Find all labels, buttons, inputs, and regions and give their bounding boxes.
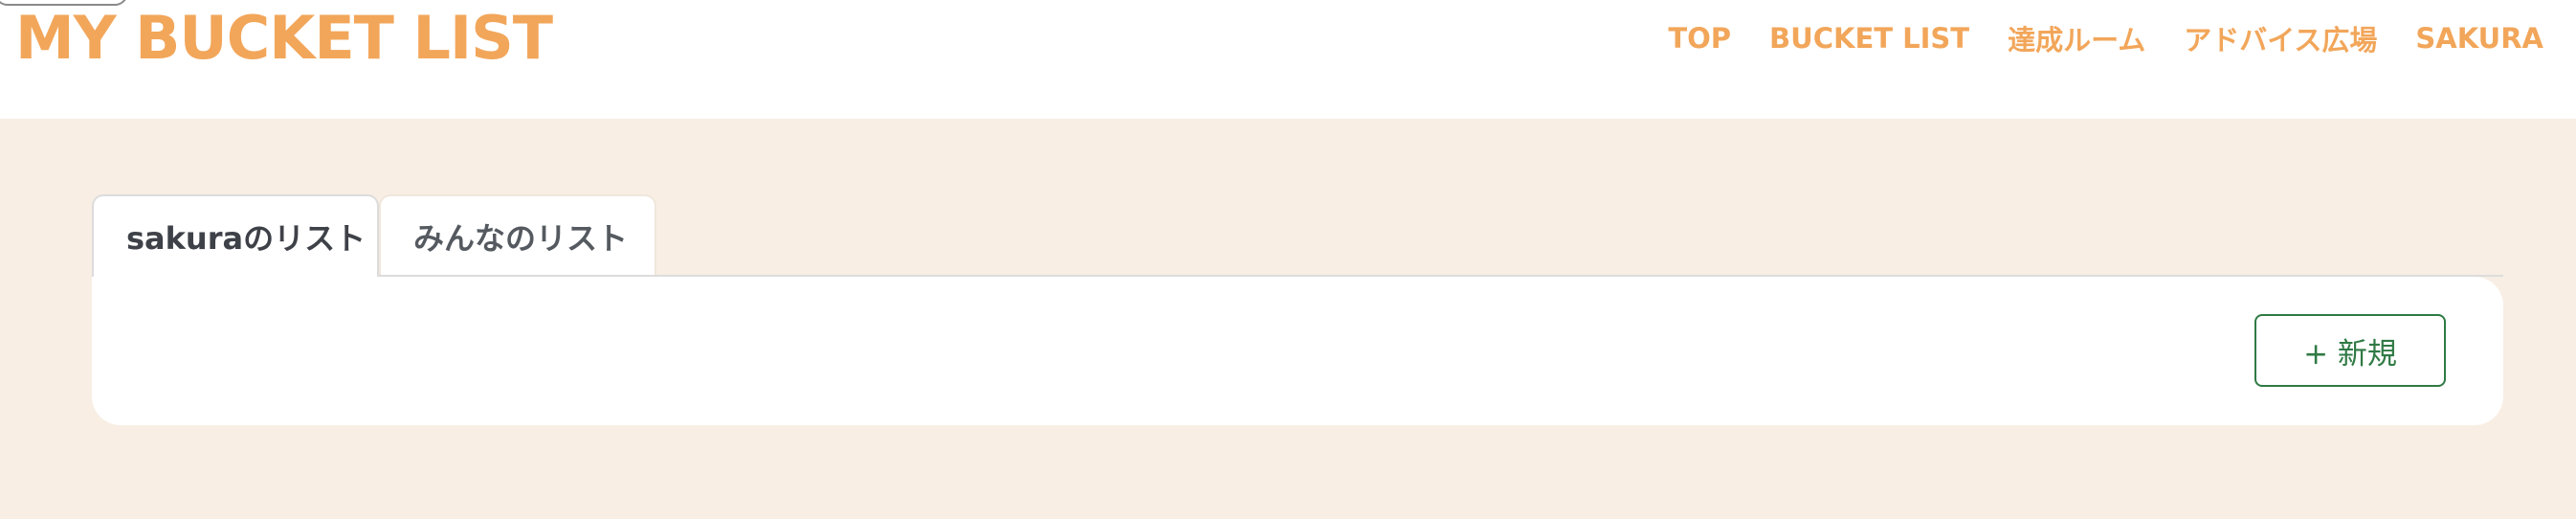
list-tabs: sakuraのリスト みんなのリスト <box>92 194 656 277</box>
site-header: MY BUCKET LIST TOP BUCKET LIST 達成ルーム アドバ… <box>0 0 2576 119</box>
main-nav: TOP BUCKET LIST 達成ルーム アドバイス広場 SAKURA <box>1668 17 2543 59</box>
tab-my-list[interactable]: sakuraのリスト <box>92 194 379 277</box>
nav-item-top[interactable]: TOP <box>1668 22 1731 55</box>
nav-item-user-sakura[interactable]: SAKURA <box>2415 22 2543 55</box>
tab-everyone-list[interactable]: みんなのリスト <box>379 194 656 277</box>
nav-item-achievement-room[interactable]: 達成ルーム <box>2008 18 2145 58</box>
nav-item-advice-square[interactable]: アドバイス広場 <box>2184 18 2377 58</box>
list-panel <box>92 277 2503 425</box>
new-item-button[interactable]: + 新規 <box>2254 314 2446 387</box>
nav-item-bucket-list[interactable]: BUCKET LIST <box>1769 22 1969 55</box>
site-logo[interactable]: MY BUCKET LIST <box>15 2 553 75</box>
